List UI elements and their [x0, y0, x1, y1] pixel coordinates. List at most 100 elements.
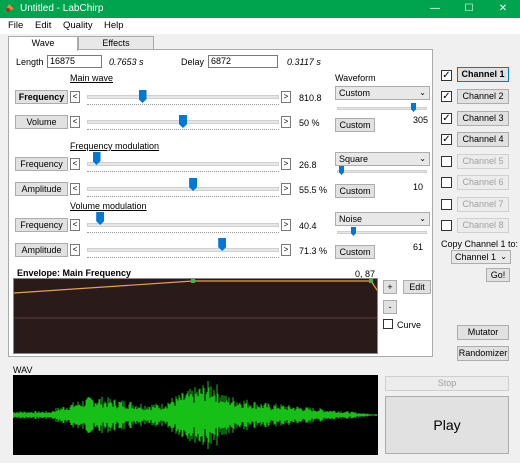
vm-amplitude-button[interactable]: Amplitude — [15, 243, 68, 257]
window-title: Untitled - LabChirp — [20, 3, 104, 14]
channel-5-checkbox[interactable] — [441, 156, 452, 167]
title-bar: Untitled - LabChirp — ☐ ✕ — [0, 0, 520, 18]
waveform-select-value: Custom — [339, 88, 371, 98]
channel-1-checkbox[interactable]: ✓ — [441, 70, 452, 81]
randomizer-button[interactable]: Randomizer — [457, 346, 509, 361]
play-button[interactable]: Play — [385, 396, 509, 454]
channel-8-checkbox[interactable] — [441, 220, 452, 231]
menu-help[interactable]: Help — [104, 20, 124, 31]
mutator-button[interactable]: Mutator — [457, 325, 509, 340]
fm-waveform-select[interactable]: Square ⌄ — [335, 152, 430, 166]
fm-waveform-slider-track[interactable] — [337, 170, 427, 173]
fm-frequency-left-arrow[interactable]: < — [70, 158, 80, 170]
waveform-custom-button[interactable]: Custom — [335, 118, 375, 132]
delay-seconds: 0.3117 s — [287, 57, 321, 67]
frequency-slider-track[interactable] — [87, 95, 279, 99]
fm-waveform-custom-button[interactable]: Custom — [335, 184, 375, 198]
vm-waveform-select[interactable]: Noise ⌄ — [335, 212, 430, 226]
channel-3-checkbox[interactable]: ✓ — [441, 113, 452, 124]
waveform-slider-thumb[interactable] — [411, 103, 416, 112]
envelope-point[interactable] — [191, 279, 195, 283]
chevron-down-icon: ⌄ — [419, 214, 426, 223]
minimize-button[interactable]: — — [418, 0, 452, 18]
waveform-label: Waveform — [335, 73, 376, 83]
menu-file[interactable]: File — [8, 20, 23, 31]
vm-amplitude-value: 71.3 % — [299, 246, 328, 256]
channel-6-checkbox[interactable] — [441, 177, 452, 188]
stop-button[interactable]: Stop — [385, 376, 509, 391]
vm-waveform-slider-track[interactable] — [337, 231, 427, 234]
channel-4-button[interactable]: Channel 4 — [457, 132, 509, 147]
vm-frequency-button[interactable]: Frequency — [15, 218, 68, 232]
menu-edit[interactable]: Edit — [35, 20, 51, 31]
vol-mod-section-label: Volume modulation — [70, 201, 147, 211]
volume-right-arrow[interactable]: > — [281, 116, 291, 128]
tab-wave[interactable]: Wave — [8, 36, 78, 51]
fm-amplitude-slider-track[interactable] — [87, 187, 279, 191]
frequency-left-arrow[interactable]: < — [70, 91, 80, 103]
curve-checkbox[interactable] — [383, 319, 393, 329]
vm-amplitude-left-arrow[interactable]: < — [70, 244, 80, 256]
app-icon — [5, 4, 14, 12]
vm-waveform-select-value: Noise — [339, 214, 363, 224]
length-input[interactable]: 16875 — [47, 55, 102, 68]
envelope-remove-point-button[interactable]: - — [383, 300, 397, 314]
delay-label: Delay — [181, 57, 205, 67]
menu-bar: File Edit Quality Help — [0, 18, 520, 34]
volume-left-arrow[interactable]: < — [70, 116, 80, 128]
menu-quality[interactable]: Quality — [63, 20, 93, 31]
channel-7-checkbox[interactable] — [441, 199, 452, 210]
fm-waveform-slider-thumb[interactable] — [339, 166, 344, 175]
envelope-add-point-button[interactable]: + — [383, 280, 397, 294]
chevron-down-icon: ⌄ — [500, 252, 507, 261]
fm-waveform-value: 10 — [413, 182, 424, 192]
channel-8-button[interactable]: Channel 8 — [457, 218, 509, 233]
vm-frequency-left-arrow[interactable]: < — [70, 219, 80, 231]
vm-frequency-slider-track[interactable] — [87, 223, 279, 227]
vm-waveform-slider-thumb[interactable] — [351, 227, 356, 236]
main-wave-section-label: Main wave — [70, 73, 114, 83]
envelope-line — [14, 280, 194, 294]
channel-5-button[interactable]: Channel 5 — [457, 154, 509, 169]
channel-6-button[interactable]: Channel 6 — [457, 175, 509, 190]
channel-2-button[interactable]: Channel 2 — [457, 89, 509, 104]
fm-frequency-slider-track[interactable] — [87, 162, 279, 166]
chevron-down-icon: ⌄ — [419, 88, 426, 97]
volume-value: 50 % — [299, 118, 320, 128]
waveform-select[interactable]: Custom ⌄ — [335, 86, 430, 100]
vm-frequency-slider-ticks — [87, 230, 279, 233]
fm-amplitude-right-arrow[interactable]: > — [281, 183, 291, 195]
fm-frequency-slider-ticks — [87, 169, 279, 172]
envelope-graph[interactable] — [13, 278, 378, 354]
frequency-button[interactable]: Frequency — [15, 90, 68, 104]
copy-channel-select[interactable]: Channel 1 ⌄ — [451, 250, 511, 264]
go-button[interactable]: Go! — [486, 268, 510, 282]
channel-1-button[interactable]: Channel 1 — [457, 67, 509, 82]
vm-amplitude-right-arrow[interactable]: > — [281, 244, 291, 256]
vm-waveform-custom-button[interactable]: Custom — [335, 245, 375, 259]
waveform-display — [13, 375, 378, 455]
channel-4-checkbox[interactable]: ✓ — [441, 134, 452, 145]
frequency-right-arrow[interactable]: > — [281, 91, 291, 103]
envelope-curve[interactable] — [14, 279, 378, 354]
fm-frequency-button[interactable]: Frequency — [15, 157, 68, 171]
channel-3-button[interactable]: Channel 3 — [457, 111, 509, 126]
vm-amplitude-slider-track[interactable] — [87, 248, 279, 252]
fm-frequency-right-arrow[interactable]: > — [281, 158, 291, 170]
vm-frequency-right-arrow[interactable]: > — [281, 219, 291, 231]
envelope-point[interactable] — [369, 279, 373, 283]
curve-label: Curve — [397, 320, 422, 330]
copy-channel-select-value: Channel 1 — [455, 252, 497, 262]
envelope-edit-button[interactable]: Edit — [403, 280, 431, 294]
delay-input[interactable]: 6872 — [208, 55, 278, 68]
audio-waveform — [13, 380, 378, 450]
fm-amplitude-left-arrow[interactable]: < — [70, 183, 80, 195]
fm-amplitude-button[interactable]: Amplitude — [15, 182, 68, 196]
volume-button[interactable]: Volume — [15, 115, 68, 129]
fm-amplitude-value: 55.5 % — [299, 185, 328, 195]
channel-2-checkbox[interactable]: ✓ — [441, 91, 452, 102]
maximize-button[interactable]: ☐ — [452, 0, 486, 18]
channel-7-button[interactable]: Channel 7 — [457, 197, 509, 212]
close-button[interactable]: ✕ — [486, 0, 520, 18]
tab-effects[interactable]: Effects — [78, 36, 154, 50]
